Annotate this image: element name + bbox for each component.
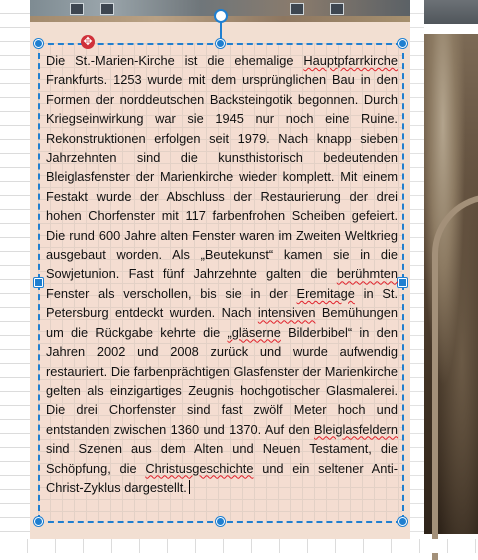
photo-window-detail: [100, 3, 114, 15]
text-run: Fenster als verschollen, bis sie in der: [46, 285, 297, 301]
text-run: Bilderbibel“ in den Jahren 2002 und 2008…: [46, 324, 398, 437]
bottom-grid-strip: [0, 539, 478, 553]
resize-handle-top[interactable]: [216, 39, 225, 48]
spellcheck-word: Hauptpfar­rkirche: [303, 53, 398, 68]
photo-window-detail: [290, 3, 304, 15]
portal-arch-detail: [432, 194, 478, 560]
resize-handle-bottom[interactable]: [216, 517, 225, 526]
spellcheck-word: Christusgeschichte: [145, 460, 254, 476]
right-margin-gutter: [410, 0, 424, 553]
right-top-photo-image[interactable]: [424, 0, 478, 24]
spellcheck-word: inten­siven: [257, 305, 316, 321]
church-portal-photo-image[interactable]: [424, 34, 478, 560]
resize-handle-top-left[interactable]: [34, 39, 43, 48]
resize-handle-left[interactable]: [34, 278, 43, 287]
photo-window-detail: [330, 3, 344, 15]
spellcheck-word: Bleiglasfeldern: [314, 421, 398, 437]
photo-window-detail: [70, 3, 84, 15]
resize-handle-top-right[interactable]: [398, 39, 407, 48]
text-cursor: [188, 479, 191, 494]
text-run: Frankfurts. 1253 wurde mit dem ursprüngl…: [46, 72, 398, 282]
left-margin-gutter: [0, 0, 30, 553]
text-run: Die St.-Marien-Kirche ist die ehemalige: [46, 53, 304, 68]
text-box-body[interactable]: Die St.-Marien-Kirche ist die ehemalige …: [46, 51, 398, 497]
spellcheck-word: be­rühmten: [336, 266, 398, 282]
spellcheck-word: „glä­serne: [227, 324, 281, 340]
move-crosshair-icon[interactable]: ✥: [81, 35, 95, 49]
resize-handle-right[interactable]: [398, 278, 407, 287]
spellcheck-word: Eremi­tage: [296, 285, 355, 301]
resize-handle-bottom-right[interactable]: [398, 517, 407, 526]
rotate-handle-icon[interactable]: [214, 9, 228, 23]
resize-handle-bottom-left[interactable]: [34, 517, 43, 526]
